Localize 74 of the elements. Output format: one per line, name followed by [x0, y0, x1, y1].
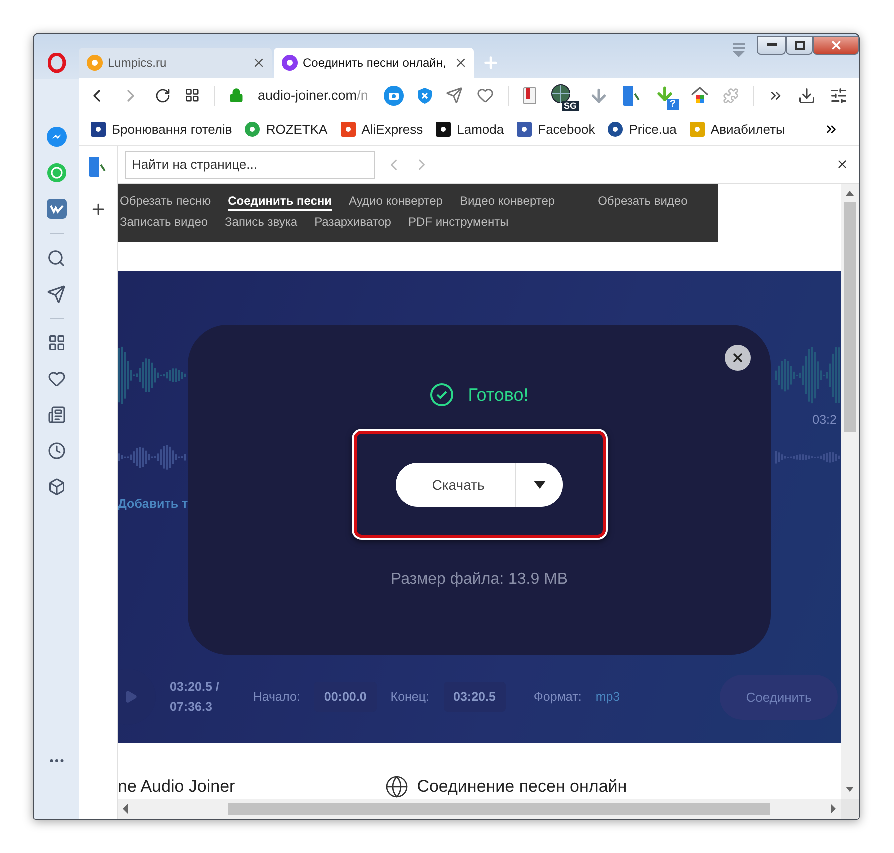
close-tab-icon[interactable] — [454, 56, 468, 70]
nav-link[interactable]: Запись звука — [225, 215, 298, 232]
nav-link[interactable]: Разархиватор — [314, 215, 392, 232]
close-button[interactable] — [813, 36, 859, 54]
minimize-icon — [766, 43, 776, 47]
track-time: 03:2 — [812, 413, 837, 427]
waveform-drawing — [118, 443, 186, 473]
scroll-right-icon[interactable] — [831, 804, 837, 814]
scroll-up-icon[interactable] — [846, 190, 854, 196]
download-options-button[interactable] — [515, 462, 563, 506]
maximize-icon — [794, 40, 804, 50]
section-heading: ne Audio Joiner — [118, 777, 236, 797]
settings-icon[interactable] — [830, 86, 848, 104]
tab-title: Соединить песни онлайн, — [303, 56, 448, 70]
play-icon — [124, 690, 138, 704]
messenger-icon[interactable] — [44, 125, 68, 149]
notebook-icon[interactable] — [523, 86, 537, 104]
horizontal-scrollbar[interactable] — [118, 799, 841, 819]
browser-logo[interactable] — [48, 53, 66, 73]
bookmark[interactable]: Price.ua — [608, 122, 677, 136]
download-icon[interactable] — [798, 86, 816, 104]
nav-link[interactable]: Обрезать видео — [598, 194, 688, 211]
close-icon — [731, 351, 745, 365]
nav-link[interactable]: Соединить песни — [228, 194, 332, 211]
scrollbar-thumb[interactable] — [228, 803, 770, 815]
scroll-down-icon[interactable] — [846, 787, 854, 793]
status-text: Готово! — [468, 384, 529, 406]
maximize-button[interactable] — [786, 36, 813, 54]
camera-icon[interactable] — [384, 86, 404, 106]
end-label: Конец: — [390, 690, 430, 704]
nav-link[interactable]: PDF инструменты — [408, 215, 509, 232]
close-icon — [830, 38, 842, 52]
bookmark[interactable]: Facebook — [517, 122, 596, 136]
extension-badge: ? — [666, 98, 679, 110]
scrollbar-corner — [841, 799, 859, 819]
send-icon[interactable] — [446, 87, 463, 104]
start-label: Начало: — [253, 690, 300, 704]
start-field[interactable]: 00:00.0 — [314, 682, 377, 712]
house-icon[interactable] — [691, 86, 709, 104]
address-field[interactable]: audio-joiner.com/n — [258, 88, 370, 103]
time-total: 07:36.3 — [170, 700, 214, 714]
scroll-left-icon[interactable] — [122, 804, 128, 814]
time-current: 03:20.5 / — [170, 680, 220, 694]
shield-icon[interactable] — [418, 88, 432, 104]
globe-icon — [385, 775, 410, 799]
minimize-button[interactable] — [757, 36, 786, 54]
nav-link[interactable]: Аудио конвертер — [349, 194, 443, 211]
close-dialog-button[interactable] — [725, 345, 751, 371]
extension-badge: SG — [562, 100, 579, 110]
lock-icon — [229, 88, 244, 103]
end-field[interactable]: 03:20.5 — [444, 682, 506, 712]
find-field[interactable]: Найти на странице... — [125, 150, 375, 178]
close-tab-icon[interactable] — [252, 56, 266, 70]
bookmark[interactable]: Авиабилеты — [690, 122, 786, 136]
bookmark[interactable]: ROZETKA — [245, 122, 328, 136]
format-label: Формат: — [534, 690, 582, 704]
bookmark[interactable]: Lamoda — [436, 122, 504, 136]
nav-link[interactable]: Записать видео — [120, 215, 208, 232]
check-circle-icon — [430, 383, 454, 407]
reload-icon[interactable] — [155, 88, 171, 104]
section-heading: Соединение песен онлайн — [417, 777, 628, 797]
file-size: Размер файла: 13.9 MB — [390, 571, 568, 589]
close-icon[interactable] — [836, 158, 849, 171]
vertical-scrollbar[interactable] — [841, 184, 859, 799]
bookmark[interactable]: Бронювання готелів — [91, 122, 232, 136]
nav-link[interactable]: Обрезать песню — [120, 194, 212, 211]
heart-icon[interactable] — [477, 87, 494, 104]
browser-tab[interactable]: Соединить песни онлайн, — [274, 48, 474, 78]
caret-icon — [534, 480, 546, 488]
nav-link[interactable]: Видео конвертер — [460, 194, 556, 211]
tab-title: Lumpics.ru — [108, 56, 168, 70]
scrollbar-thumb[interactable] — [844, 202, 856, 432]
grid-icon[interactable] — [185, 88, 200, 103]
bookmark[interactable]: AliExpress — [340, 122, 424, 136]
